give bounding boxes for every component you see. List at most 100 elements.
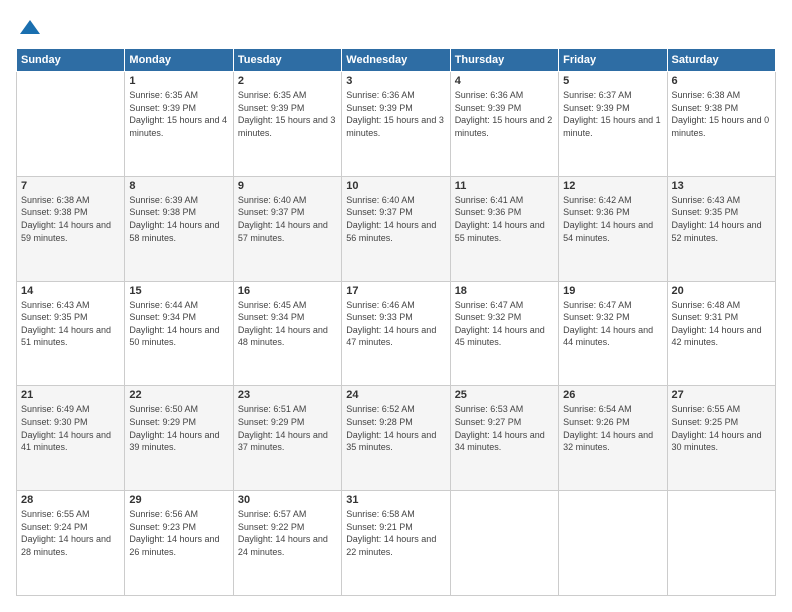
day-cell: 30 Sunrise: 6:57 AMSunset: 9:22 PMDayligh…	[233, 491, 341, 596]
day-number: 26	[563, 389, 662, 401]
day-number: 21	[21, 389, 120, 401]
day-cell: 1Sunrise: 6:35 AMSunset: 9:39 PMDaylight…	[125, 72, 233, 177]
day-number: 22	[129, 389, 228, 401]
day-info: Sunrise: 6:55 AMSunset: 9:25 PMDaylight:…	[672, 403, 771, 453]
day-info: Sunrise: 6:54 AMSunset: 9:26 PMDaylight:…	[563, 403, 662, 453]
day-info: Sunrise: 6:49 AMSunset: 9:30 PMDaylight:…	[21, 403, 120, 453]
day-number: 20	[672, 285, 771, 297]
day-number: 17	[346, 285, 445, 297]
day-info: Sunrise: 6:44 AMSunset: 9:34 PMDaylight:…	[129, 299, 228, 349]
day-number: 11	[455, 180, 554, 192]
day-number: 13	[672, 180, 771, 192]
day-info: Sunrise: 6:42 AMSunset: 9:36 PMDaylight:…	[563, 194, 662, 244]
day-cell	[450, 491, 558, 596]
day-info: Sunrise: 6:48 AMSunset: 9:31 PMDaylight:…	[672, 299, 771, 349]
day-info: Sunrise: 6:36 AMSunset: 9:39 PMDaylight:…	[455, 89, 554, 139]
day-number: 12	[563, 180, 662, 192]
logo-icon	[18, 16, 42, 40]
day-cell: 22 Sunrise: 6:50 AMSunset: 9:29 PMDayligh…	[125, 386, 233, 491]
day-number: 4	[455, 75, 554, 87]
day-cell: 2 Sunrise: 6:35 AMSunset: 9:39 PMDaylight…	[233, 72, 341, 177]
day-number: 23	[238, 389, 337, 401]
day-info: Sunrise: 6:38 AMSunset: 9:38 PMDaylight:…	[21, 194, 120, 244]
day-number: 5	[563, 75, 662, 87]
day-cell: 13 Sunrise: 6:43 AMSunset: 9:35 PMDayligh…	[667, 176, 775, 281]
week-row-1: 7 Sunrise: 6:38 AMSunset: 9:38 PMDaylight…	[17, 176, 776, 281]
day-number: 1	[129, 75, 228, 87]
day-number: 19	[563, 285, 662, 297]
day-cell	[667, 491, 775, 596]
day-info: Sunrise: 6:53 AMSunset: 9:27 PMDaylight:…	[455, 403, 554, 453]
day-cell: 25Sunrise: 6:53 AMSunset: 9:27 PMDayligh…	[450, 386, 558, 491]
day-number: 16	[238, 285, 337, 297]
day-cell: 15 Sunrise: 6:44 AMSunset: 9:34 PMDayligh…	[125, 281, 233, 386]
day-cell: 12 Sunrise: 6:42 AMSunset: 9:36 PMDayligh…	[559, 176, 667, 281]
day-cell: 4 Sunrise: 6:36 AMSunset: 9:39 PMDaylight…	[450, 72, 558, 177]
day-info: Sunrise: 6:37 AMSunset: 9:39 PMDaylight:…	[563, 89, 662, 139]
day-info: Sunrise: 6:43 AMSunset: 9:35 PMDaylight:…	[21, 299, 120, 349]
day-info: Sunrise: 6:55 AMSunset: 9:24 PMDaylight:…	[21, 508, 120, 558]
day-info: Sunrise: 6:50 AMSunset: 9:29 PMDaylight:…	[129, 403, 228, 453]
page: SundayMondayTuesdayWednesdayThursdayFrid…	[0, 0, 792, 612]
day-cell: 10 Sunrise: 6:40 AMSunset: 9:37 PMDayligh…	[342, 176, 450, 281]
day-cell: 24 Sunrise: 6:52 AMSunset: 9:28 PMDayligh…	[342, 386, 450, 491]
day-cell	[559, 491, 667, 596]
day-info: Sunrise: 6:40 AMSunset: 9:37 PMDaylight:…	[346, 194, 445, 244]
day-info: Sunrise: 6:35 AMSunset: 9:39 PMDaylight:…	[238, 89, 337, 139]
day-number: 18	[455, 285, 554, 297]
day-number: 24	[346, 389, 445, 401]
day-number: 27	[672, 389, 771, 401]
day-number: 8	[129, 180, 228, 192]
day-cell: 19Sunrise: 6:47 AMSunset: 9:32 PMDayligh…	[559, 281, 667, 386]
day-number: 30	[238, 494, 337, 506]
day-cell: 26 Sunrise: 6:54 AMSunset: 9:26 PMDayligh…	[559, 386, 667, 491]
day-info: Sunrise: 6:39 AMSunset: 9:38 PMDaylight:…	[129, 194, 228, 244]
day-cell: 29 Sunrise: 6:56 AMSunset: 9:23 PMDayligh…	[125, 491, 233, 596]
day-number: 6	[672, 75, 771, 87]
day-info: Sunrise: 6:51 AMSunset: 9:29 PMDaylight:…	[238, 403, 337, 453]
weekday-saturday: Saturday	[667, 49, 775, 72]
day-cell	[17, 72, 125, 177]
day-cell: 20 Sunrise: 6:48 AMSunset: 9:31 PMDayligh…	[667, 281, 775, 386]
weekday-sunday: Sunday	[17, 49, 125, 72]
day-info: Sunrise: 6:57 AMSunset: 9:22 PMDaylight:…	[238, 508, 337, 558]
day-number: 3	[346, 75, 445, 87]
day-info: Sunrise: 6:40 AMSunset: 9:37 PMDaylight:…	[238, 194, 337, 244]
day-cell: 28 Sunrise: 6:55 AMSunset: 9:24 PMDayligh…	[17, 491, 125, 596]
week-row-4: 28 Sunrise: 6:55 AMSunset: 9:24 PMDayligh…	[17, 491, 776, 596]
day-cell: 17 Sunrise: 6:46 AMSunset: 9:33 PMDayligh…	[342, 281, 450, 386]
day-cell: 7 Sunrise: 6:38 AMSunset: 9:38 PMDaylight…	[17, 176, 125, 281]
day-number: 10	[346, 180, 445, 192]
day-info: Sunrise: 6:56 AMSunset: 9:23 PMDaylight:…	[129, 508, 228, 558]
day-cell: 5 Sunrise: 6:37 AMSunset: 9:39 PMDaylight…	[559, 72, 667, 177]
weekday-thursday: Thursday	[450, 49, 558, 72]
day-number: 7	[21, 180, 120, 192]
day-cell: 3 Sunrise: 6:36 AMSunset: 9:39 PMDaylight…	[342, 72, 450, 177]
day-info: Sunrise: 6:36 AMSunset: 9:39 PMDaylight:…	[346, 89, 445, 139]
day-number: 28	[21, 494, 120, 506]
calendar-table: SundayMondayTuesdayWednesdayThursdayFrid…	[16, 48, 776, 596]
day-number: 9	[238, 180, 337, 192]
week-row-2: 14Sunrise: 6:43 AMSunset: 9:35 PMDayligh…	[17, 281, 776, 386]
weekday-wednesday: Wednesday	[342, 49, 450, 72]
day-cell: 23 Sunrise: 6:51 AMSunset: 9:29 PMDayligh…	[233, 386, 341, 491]
day-number: 31	[346, 494, 445, 506]
day-number: 29	[129, 494, 228, 506]
day-info: Sunrise: 6:41 AMSunset: 9:36 PMDaylight:…	[455, 194, 554, 244]
weekday-tuesday: Tuesday	[233, 49, 341, 72]
day-cell: 9 Sunrise: 6:40 AMSunset: 9:37 PMDaylight…	[233, 176, 341, 281]
day-info: Sunrise: 6:52 AMSunset: 9:28 PMDaylight:…	[346, 403, 445, 453]
weekday-header-row: SundayMondayTuesdayWednesdayThursdayFrid…	[17, 49, 776, 72]
day-cell: 21 Sunrise: 6:49 AMSunset: 9:30 PMDayligh…	[17, 386, 125, 491]
day-info: Sunrise: 6:38 AMSunset: 9:38 PMDaylight:…	[672, 89, 771, 139]
day-number: 15	[129, 285, 228, 297]
day-info: Sunrise: 6:46 AMSunset: 9:33 PMDaylight:…	[346, 299, 445, 349]
day-info: Sunrise: 6:58 AMSunset: 9:21 PMDaylight:…	[346, 508, 445, 558]
week-row-3: 21 Sunrise: 6:49 AMSunset: 9:30 PMDayligh…	[17, 386, 776, 491]
day-info: Sunrise: 6:45 AMSunset: 9:34 PMDaylight:…	[238, 299, 337, 349]
day-info: Sunrise: 6:47 AMSunset: 9:32 PMDaylight:…	[455, 299, 554, 349]
day-number: 2	[238, 75, 337, 87]
day-cell: 27 Sunrise: 6:55 AMSunset: 9:25 PMDayligh…	[667, 386, 775, 491]
day-cell: 14Sunrise: 6:43 AMSunset: 9:35 PMDayligh…	[17, 281, 125, 386]
day-info: Sunrise: 6:43 AMSunset: 9:35 PMDaylight:…	[672, 194, 771, 244]
